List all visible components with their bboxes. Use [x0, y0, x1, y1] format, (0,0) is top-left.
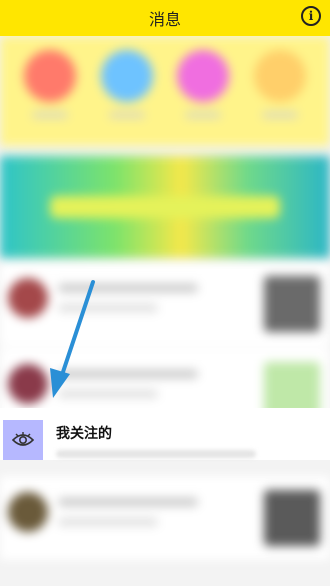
circle-shortcut	[253, 50, 306, 118]
page-title: 消息	[148, 10, 181, 29]
top-bar: 消息 i	[0, 0, 330, 36]
list-item	[0, 262, 330, 346]
following-label: 我关注的	[56, 426, 112, 442]
info-icon[interactable]: i	[301, 6, 321, 26]
list-item	[0, 476, 330, 560]
shortcut-circles	[0, 50, 330, 118]
eye-icon	[3, 420, 43, 460]
circle-shortcut	[24, 50, 77, 118]
circle-shortcut	[100, 50, 153, 118]
following-subtitle	[56, 450, 256, 458]
circle-shortcut	[177, 50, 230, 118]
blurred-background-content	[0, 36, 330, 586]
promo-banner	[0, 156, 330, 258]
following-row[interactable]: 我关注的	[0, 408, 330, 460]
